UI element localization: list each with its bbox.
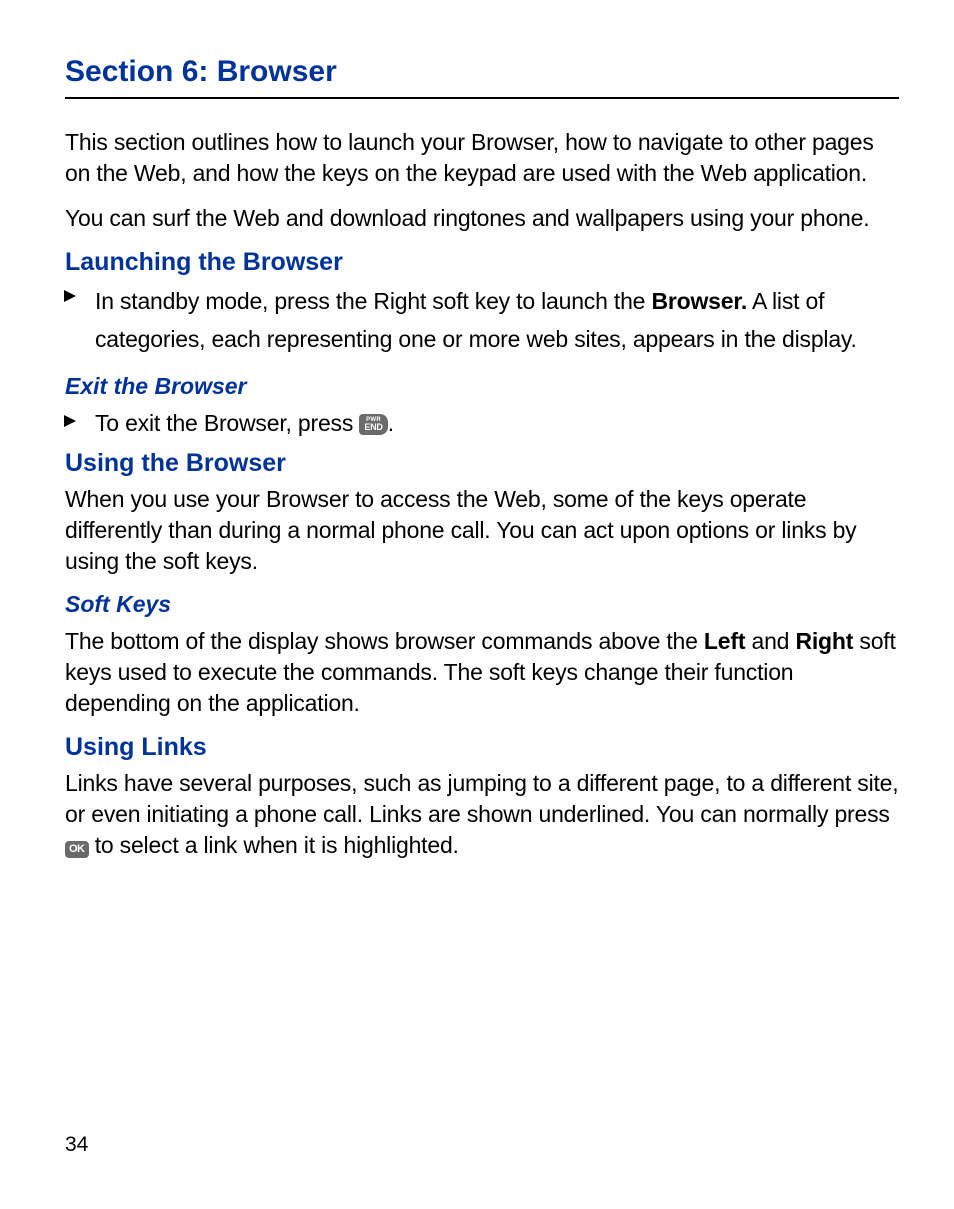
left-bold: Left: [704, 628, 745, 654]
end-key-icon: PWREND: [359, 414, 387, 435]
using-links-paragraph: Links have several purposes, such as jum…: [65, 768, 899, 861]
using-browser-paragraph: When you use your Browser to access the …: [65, 484, 899, 577]
intro-paragraph-2: You can surf the Web and download ringto…: [65, 203, 899, 234]
text: and: [745, 628, 795, 654]
intro-paragraph-1: This section outlines how to launch your…: [65, 127, 899, 189]
manual-page: Section 6: Browser This section outlines…: [0, 0, 954, 1209]
text: to select a link when it is highlighted.: [89, 832, 459, 858]
heading-using-links: Using Links: [65, 733, 899, 762]
triangle-bullet-icon: [63, 289, 77, 303]
exit-bullet-text: To exit the Browser, press PWREND.: [95, 408, 394, 439]
heading-launching-browser: Launching the Browser: [65, 248, 899, 277]
heading-using-browser: Using the Browser: [65, 449, 899, 478]
browser-bold: Browser.: [651, 288, 747, 314]
heading-soft-keys: Soft Keys: [65, 591, 899, 618]
launch-bullet: In standby mode, press the Right soft ke…: [65, 283, 899, 359]
text: To exit the Browser, press: [95, 410, 359, 436]
soft-keys-paragraph: The bottom of the display shows browser …: [65, 626, 899, 719]
text: .: [388, 410, 394, 436]
right-bold: Right: [795, 628, 853, 654]
section-rule: [65, 97, 899, 99]
text: In standby mode, press the Right soft ke…: [95, 288, 651, 314]
exit-bullet: To exit the Browser, press PWREND.: [65, 408, 899, 439]
section-title: Section 6: Browser: [65, 55, 899, 89]
launch-bullet-text: In standby mode, press the Right soft ke…: [95, 283, 899, 359]
ok-key-icon: OK: [65, 841, 89, 858]
triangle-bullet-icon: [63, 414, 77, 428]
heading-exit-browser: Exit the Browser: [65, 373, 899, 400]
text: Links have several purposes, such as jum…: [65, 770, 898, 827]
text: The bottom of the display shows browser …: [65, 628, 704, 654]
page-number: 34: [65, 1133, 88, 1157]
